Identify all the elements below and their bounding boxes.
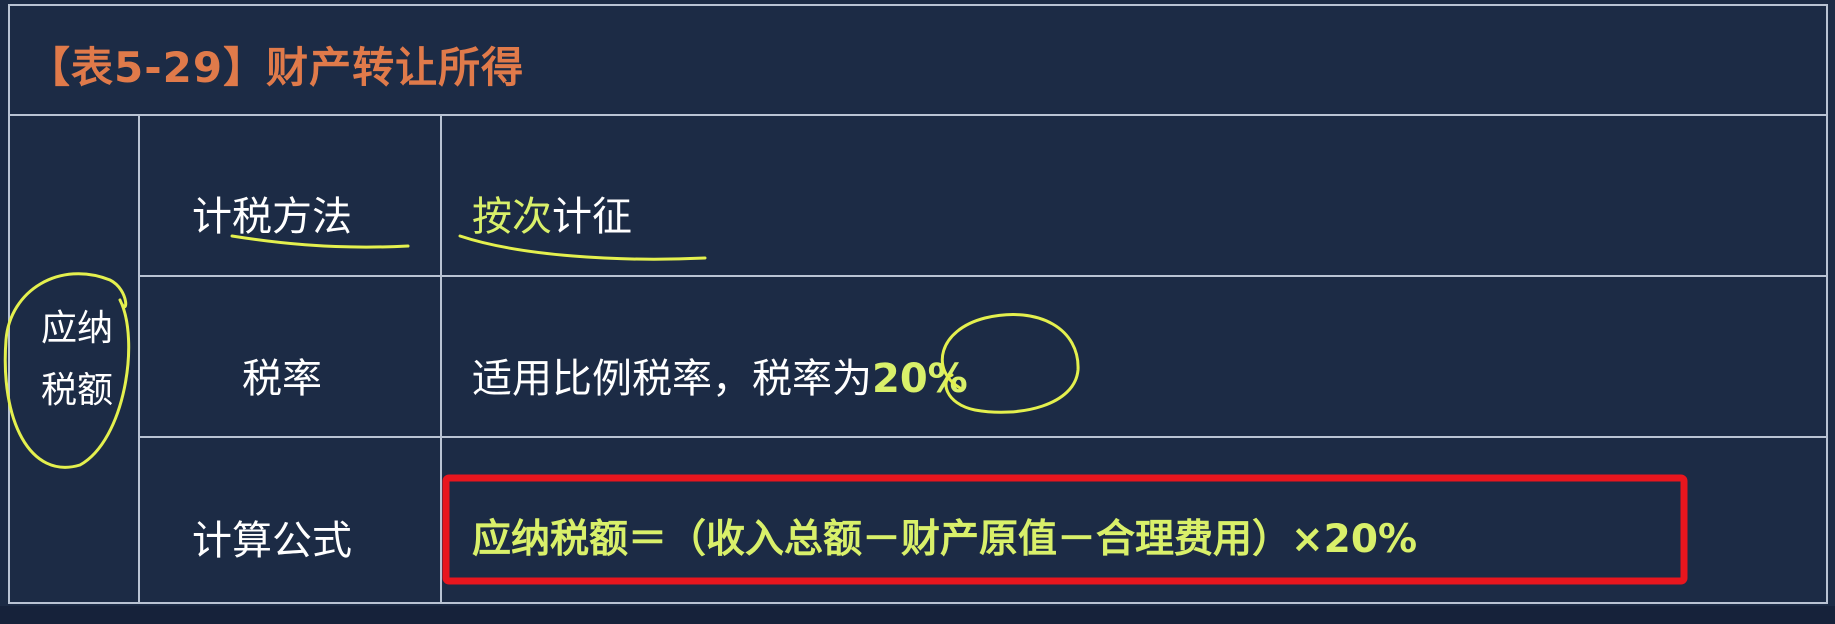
column-divider-1: [138, 116, 140, 604]
row-divider-2: [138, 436, 1828, 438]
group-label-line2: 税额: [40, 370, 113, 411]
row-value-tax-rate: 适用比例税率，税率为20%: [472, 346, 968, 404]
table-title-row: 【表5-29】财产转让所得: [8, 4, 1828, 116]
row-label-tax-rate: 税率: [242, 356, 322, 402]
group-label-line1: 应纳: [40, 308, 113, 349]
tax-method-highlight: 按次: [472, 194, 552, 240]
tax-rate-text: 适用比例税率，税率为: [472, 356, 872, 402]
bottom-strip: [0, 606, 1835, 624]
tax-rate-highlight: 20%: [872, 356, 968, 402]
tax-method-rest: 计征: [552, 194, 632, 240]
row-value-formula: 应纳税额＝（收入总额－财产原值－合理费用）×20%: [472, 517, 1418, 562]
table-title: 【表5-29】财产转让所得: [28, 43, 525, 92]
group-label-cell: 应纳 税额: [22, 298, 132, 422]
row-label-tax-method: 计税方法: [192, 194, 352, 240]
row-value-tax-method: 按次计征: [472, 184, 632, 242]
row-label-formula: 计算公式: [192, 518, 352, 564]
column-divider-2: [440, 116, 442, 604]
row-divider-1: [138, 275, 1828, 277]
